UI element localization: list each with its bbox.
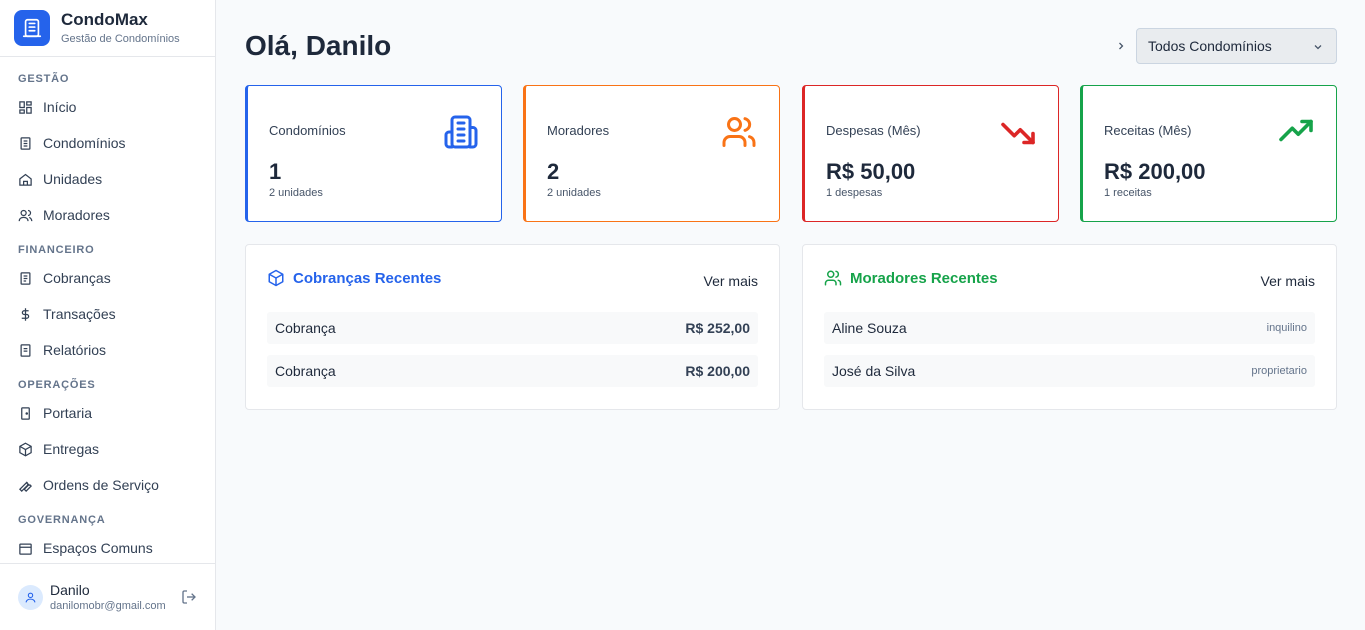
brand[interactable]: CondoMax Gestão de Condomínios: [0, 0, 215, 57]
sidebar-item-ordens-servico[interactable]: Ordens de Serviço: [0, 467, 215, 503]
sidebar-item-moradores[interactable]: Moradores: [0, 197, 215, 233]
stat-label: Receitas (Mês): [1104, 123, 1192, 138]
sidebar-item-label: Início: [43, 99, 77, 115]
nav-section-operacoes: OPERAÇÕES: [18, 379, 96, 391]
users-icon: [824, 270, 842, 286]
building-logo-icon: [14, 10, 50, 46]
sidebar-item-entregas[interactable]: Entregas: [0, 431, 215, 467]
see-more-link[interactable]: Ver mais: [704, 273, 758, 289]
brand-subtitle: Gestão de Condomínios: [61, 33, 180, 45]
user-email: danilomobr@gmail.com: [50, 599, 166, 612]
resident-type-tag: inquilino: [1266, 322, 1307, 334]
package-icon: [19, 442, 32, 456]
stat-sub: 1 receitas: [1104, 187, 1152, 199]
main-content: Olá, Danilo Todos Condomínios Condomínio…: [216, 0, 1365, 630]
item-label: Cobrança: [275, 363, 336, 379]
nav-section-governanca: GOVERNANÇA: [18, 514, 106, 526]
sidebar-item-label: Transações: [43, 306, 116, 322]
sidebar-item-label: Relatórios: [43, 342, 107, 358]
sidebar-item-espacos-comuns[interactable]: Espaços Comuns: [0, 530, 215, 563]
stat-card-moradores[interactable]: Moradores 2 2 unidades: [523, 85, 780, 222]
home-icon: [19, 173, 32, 186]
item-label: José da Silva: [832, 363, 916, 379]
wrench-icon: [18, 480, 32, 492]
building-icon: [444, 115, 478, 149]
dollar-icon: [21, 307, 30, 321]
stat-label: Condomínios: [269, 123, 346, 138]
package-icon: [268, 269, 284, 287]
panel-recent-charges: Cobranças Recentes Ver mais Cobrança R$ …: [245, 244, 780, 410]
panel-title: Moradores Recentes: [824, 269, 998, 287]
stat-sub: 2 unidades: [547, 187, 601, 199]
panel-recent-residents: Moradores Recentes Ver mais Aline Souza …: [802, 244, 1337, 410]
nav-section-financeiro: FINANCEIRO: [18, 244, 95, 256]
sidebar-item-label: Cobranças: [43, 270, 111, 286]
nav-menu: GESTÃO Início Condomínios Unidades Morad…: [0, 57, 215, 563]
sidebar-item-label: Condomínios: [43, 135, 126, 151]
sidebar-item-label: Unidades: [43, 171, 103, 187]
trending-down-icon: [1001, 122, 1035, 145]
sidebar-item-transacoes[interactable]: Transações: [0, 296, 215, 332]
nav-section-gestao: GESTÃO: [18, 73, 70, 85]
stat-card-receitas[interactable]: Receitas (Mês) R$ 200,00 1 receitas: [1080, 85, 1337, 222]
trending-up-icon: [1279, 119, 1313, 142]
item-amount: R$ 252,00: [685, 320, 750, 336]
see-more-link[interactable]: Ver mais: [1261, 273, 1315, 289]
list-item[interactable]: Cobrança R$ 200,00: [267, 355, 758, 387]
door-icon: [21, 406, 30, 420]
page-title: Olá, Danilo: [245, 30, 392, 61]
stat-label: Moradores: [547, 123, 610, 138]
stat-card-condominios[interactable]: Condomínios 1 2 unidades: [245, 85, 502, 222]
stat-value: 2: [547, 159, 560, 184]
building-icon: [20, 136, 31, 150]
sidebar-item-label: Portaria: [43, 405, 93, 421]
stat-value: 1: [269, 159, 282, 184]
chevron-down-icon: [1314, 45, 1322, 50]
sidebar: CondoMax Gestão de Condomínios GESTÃO In…: [0, 0, 216, 630]
stat-sub: 1 despesas: [826, 187, 883, 199]
sidebar-item-label: Espaços Comuns: [43, 540, 153, 556]
panel-title: Cobranças Recentes: [267, 269, 441, 287]
stat-value: R$ 50,00: [826, 159, 916, 184]
condominium-select-value: Todos Condomínios: [1148, 38, 1272, 54]
item-label: Aline Souza: [832, 320, 907, 336]
sidebar-item-label: Entregas: [43, 441, 100, 457]
sidebar-item-cobrancas[interactable]: Cobranças: [0, 260, 215, 296]
sidebar-item-label: Ordens de Serviço: [43, 477, 159, 493]
panel-title-text: Moradores Recentes: [850, 269, 998, 287]
sidebar-item-portaria[interactable]: Portaria: [0, 395, 215, 431]
user-name: Danilo: [50, 581, 90, 598]
sidebar-item-label: Moradores: [43, 207, 110, 223]
chevron-right-icon: [1119, 42, 1124, 50]
logout-icon[interactable]: [181, 589, 197, 605]
stat-card-despesas[interactable]: Despesas (Mês) R$ 50,00 1 despesas: [802, 85, 1059, 222]
list-item[interactable]: José da Silva proprietario: [824, 355, 1315, 387]
sidebar-item-relatorios[interactable]: Relatórios: [0, 332, 215, 368]
sidebar-item-condominios[interactable]: Condomínios: [0, 125, 215, 161]
stat-sub: 2 unidades: [269, 187, 323, 199]
item-amount: R$ 200,00: [685, 363, 750, 379]
user-bar: Danilo danilomobr@gmail.com: [0, 563, 215, 630]
report-icon: [20, 343, 31, 357]
dashboard-icon: [19, 100, 32, 114]
brand-name: CondoMax: [61, 10, 148, 29]
item-label: Cobrança: [275, 320, 336, 336]
users-icon: [722, 117, 756, 147]
panel-title-text: Cobranças Recentes: [293, 269, 442, 287]
stat-value: R$ 200,00: [1104, 159, 1206, 184]
calendar-icon: [19, 543, 32, 555]
list-item[interactable]: Cobrança R$ 252,00: [267, 312, 758, 344]
user-icon: [25, 592, 36, 602]
users-icon: [18, 209, 33, 221]
condominium-select[interactable]: Todos Condomínios: [1136, 28, 1337, 64]
sidebar-item-inicio[interactable]: Início: [0, 89, 215, 125]
list-item[interactable]: Aline Souza inquilino: [824, 312, 1315, 344]
resident-type-tag: proprietario: [1251, 365, 1307, 377]
sidebar-item-unidades[interactable]: Unidades: [0, 161, 215, 197]
receipt-icon: [20, 271, 31, 285]
stat-label: Despesas (Mês): [826, 123, 921, 138]
avatar[interactable]: [18, 584, 43, 610]
